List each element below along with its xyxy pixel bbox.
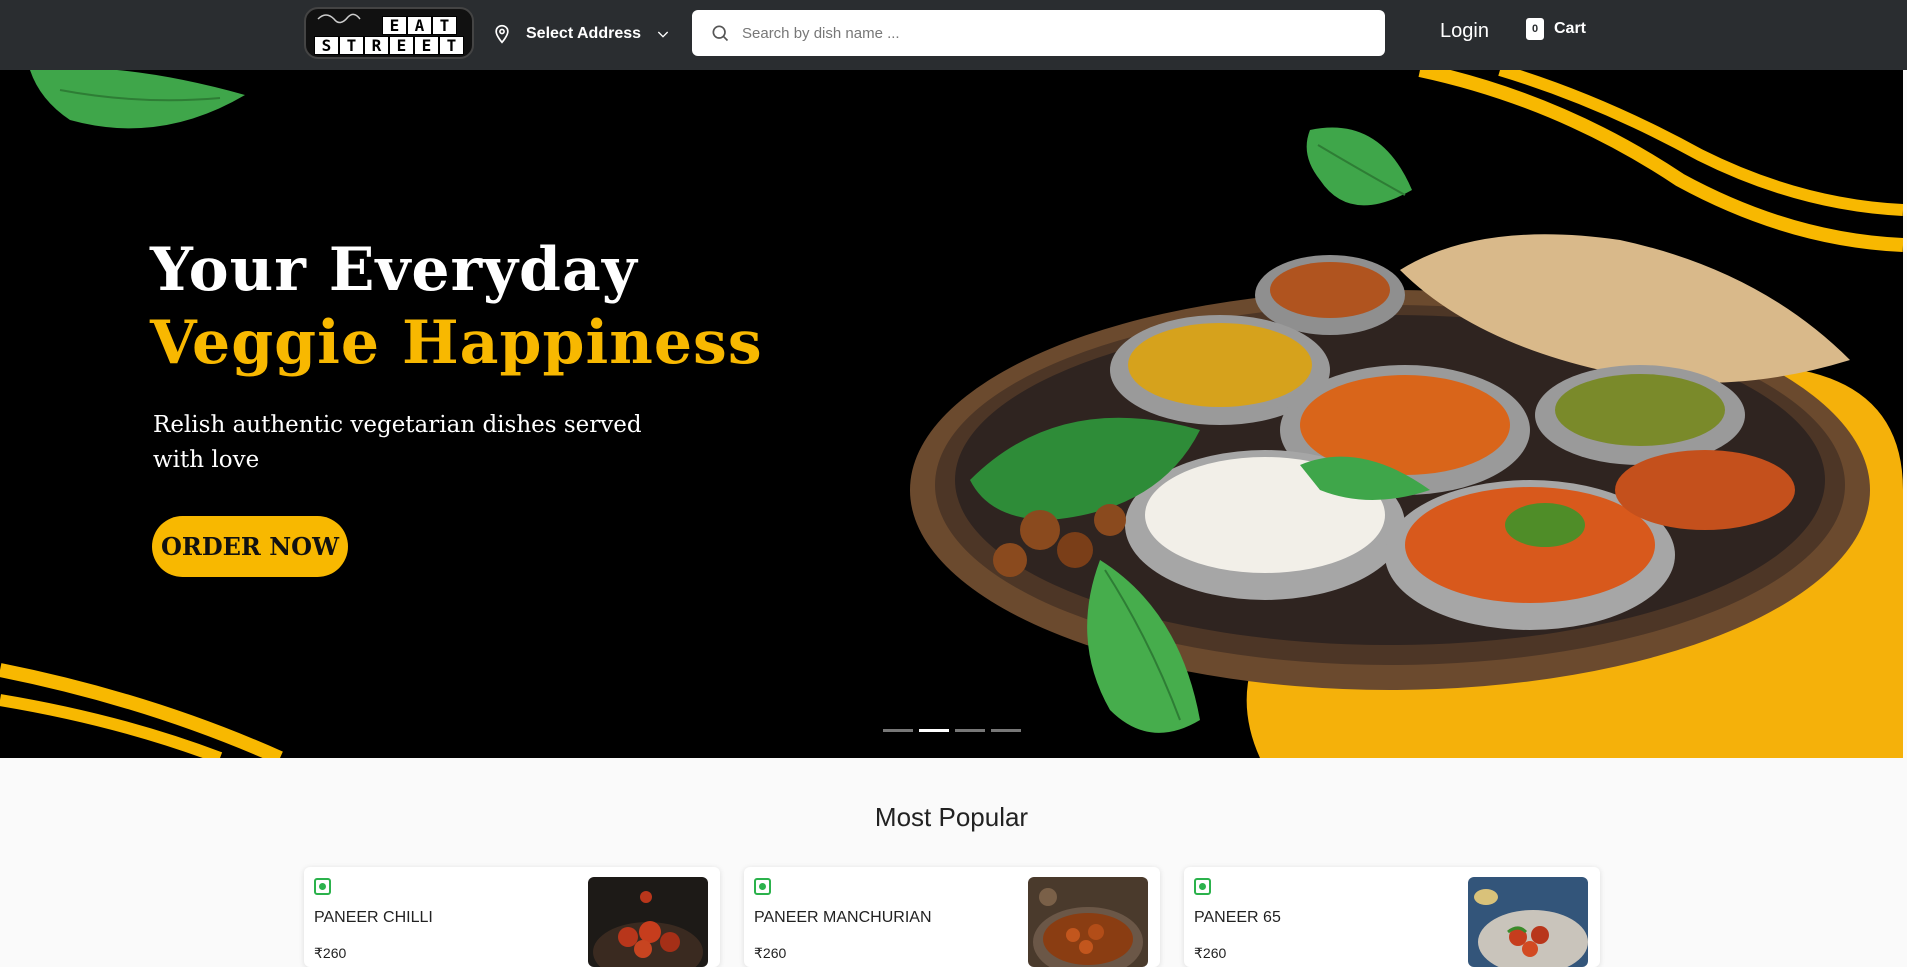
cart-count: 0 [1531, 23, 1539, 35]
logo-letter: T [339, 36, 364, 55]
logo-letter: R [364, 36, 389, 55]
dish-price: ₹260 [754, 945, 787, 961]
dish-price: ₹260 [314, 945, 347, 961]
logo-letter: S [314, 36, 339, 55]
top-navbar: E A T S T R E E T Select Address Login [0, 0, 1907, 70]
chevron-down-icon [657, 31, 669, 38]
search-bar [692, 10, 1385, 56]
logo-top-row: E A T [382, 16, 457, 35]
cart-icon: 0 [1526, 18, 1544, 40]
cart-label: Cart [1554, 20, 1587, 37]
dish-card[interactable]: PANEER CHILLI ₹260 [304, 867, 720, 967]
carousel-dot-4[interactable] [991, 729, 1021, 732]
logo-letter: E [382, 16, 407, 35]
carousel-dot-3[interactable] [955, 729, 985, 732]
hero-title-line1: Your Everyday [150, 235, 638, 305]
hero-subtitle: Relish authentic vegetarian dishes serve… [153, 412, 642, 473]
location-pin-icon [495, 24, 509, 44]
search-input[interactable] [742, 24, 1362, 42]
carousel-dot-2[interactable] [919, 729, 949, 732]
site-logo[interactable]: E A T S T R E E T [304, 7, 474, 59]
dish-name: PANEER MANCHURIAN [754, 909, 932, 926]
yellow-stripe-graphic [1418, 70, 1903, 252]
logo-bottom-row: S T R E E T [314, 36, 464, 55]
dish-image [1028, 877, 1148, 967]
hero-title-line2: Veggie Happiness [150, 308, 763, 378]
select-address-label: Select Address [526, 25, 642, 42]
logo-letter: T [439, 36, 464, 55]
login-link[interactable]: Login [1440, 20, 1489, 43]
carousel-indicators [883, 729, 1021, 732]
logo-letter: A [407, 16, 432, 35]
veg-indicator-icon [314, 878, 331, 895]
dish-image [1468, 877, 1588, 967]
carousel-dot-1[interactable] [883, 729, 913, 732]
cart-button[interactable]: 0 Cart [1526, 18, 1586, 40]
logo-letter: T [432, 16, 457, 35]
hero-banner: Your Everyday Veggie Happiness Relish au… [0, 70, 1903, 758]
select-address-button[interactable]: Select Address [492, 21, 671, 47]
dish-price: ₹260 [1194, 945, 1227, 961]
most-popular-heading: Most Popular [874, 802, 1029, 832]
search-icon [712, 25, 729, 42]
dish-card[interactable]: PANEER MANCHURIAN ₹260 [744, 867, 1160, 967]
veg-indicator-icon [754, 878, 771, 895]
dish-card[interactable]: PANEER 65 ₹260 [1184, 867, 1600, 967]
dish-name: PANEER CHILLI [314, 909, 433, 926]
veg-indicator-icon [1194, 878, 1211, 895]
logo-letter: E [414, 36, 439, 55]
dish-image [588, 877, 708, 967]
order-now-button[interactable]: ORDER NOW [152, 516, 348, 577]
logo-letter: E [389, 36, 414, 55]
dish-name: PANEER 65 [1194, 909, 1281, 926]
